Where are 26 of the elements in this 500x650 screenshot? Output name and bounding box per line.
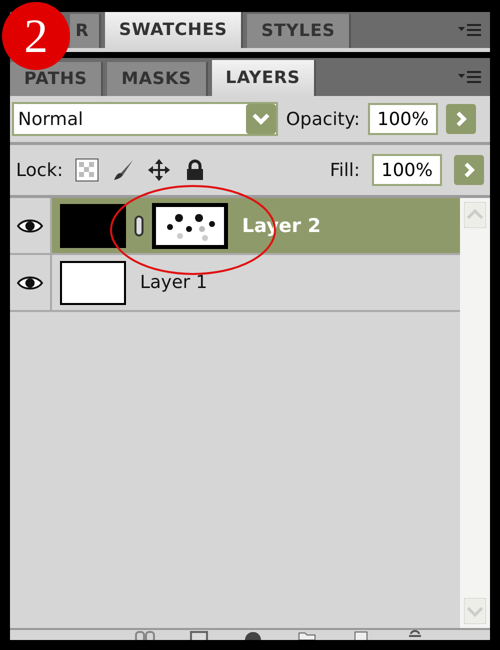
- step-badge: 2: [2, 2, 70, 70]
- lock-label: Lock:: [16, 160, 64, 180]
- chevron-down-icon: [246, 104, 276, 134]
- blend-mode-dropdown[interactable]: Normal: [12, 102, 278, 136]
- arrow-right-icon[interactable]: [446, 104, 476, 134]
- layer-row[interactable]: Layer 1: [10, 255, 460, 312]
- panel-tab[interactable]: SWATCHES: [105, 12, 244, 48]
- fill-label: Fill:: [330, 160, 360, 180]
- folder-icon[interactable]: [297, 630, 317, 640]
- panel-tab[interactable]: STYLES: [247, 14, 352, 48]
- checkerboard-icon[interactable]: [75, 158, 100, 182]
- panel-tab[interactable]: PATHS: [10, 62, 104, 96]
- move-icon[interactable]: [147, 158, 172, 182]
- layer-name: Layer 1: [140, 272, 208, 293]
- arrow-right-icon[interactable]: [454, 155, 484, 185]
- menu-icon[interactable]: [458, 70, 482, 84]
- panel-tab[interactable]: R: [70, 14, 101, 48]
- fill-field[interactable]: 100%: [372, 154, 442, 186]
- eye-icon[interactable]: [17, 216, 43, 234]
- panel-tab[interactable]: MASKS: [107, 62, 208, 96]
- eye-icon[interactable]: [17, 274, 43, 292]
- opacity-field[interactable]: 100%: [368, 103, 438, 135]
- panel-tab[interactable]: LAYERS: [212, 60, 316, 96]
- menu-icon[interactable]: [458, 23, 482, 37]
- opacity-label: Opacity:: [286, 108, 360, 130]
- chain-icon: [134, 214, 144, 236]
